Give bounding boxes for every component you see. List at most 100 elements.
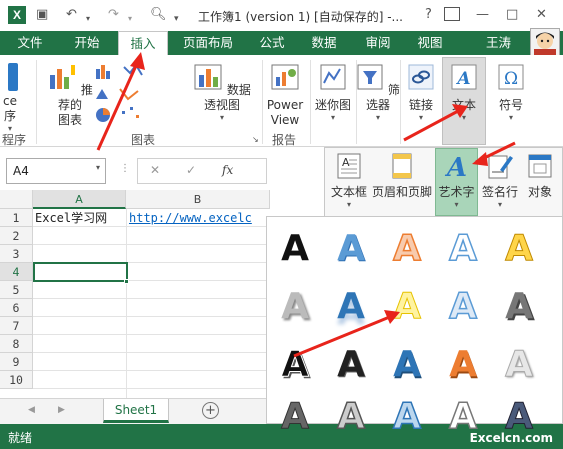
customize-toolbar-icon[interactable]: ▾: [174, 10, 179, 28]
wordart-style-orange-outline[interactable]: A: [385, 228, 429, 270]
tab-page-layout[interactable]: 页面布局: [172, 31, 244, 55]
row-header[interactable]: 10: [0, 371, 33, 389]
power-view-button[interactable]: Power View: [264, 63, 306, 128]
header-footer-button[interactable]: 页眉和页脚: [371, 152, 433, 200]
wordart-style-silver[interactable]: A: [497, 344, 541, 385]
tab-data[interactable]: 数据: [302, 31, 346, 55]
row-header[interactable]: 6: [0, 299, 33, 317]
svg-text:Ω: Ω: [504, 69, 518, 89]
redo-icon[interactable]: ↷: [108, 6, 119, 24]
ribbon: ce 序 ▾ 推荐的 图表 数据透视图 ▾ Power View 迷你图 ▾ 筛…: [0, 55, 563, 147]
cancel-formula-button[interactable]: ✕: [150, 163, 160, 177]
object-button[interactable]: 对象: [521, 152, 559, 200]
row-header[interactable]: 2: [0, 227, 33, 245]
wordart-style-gray-shadow[interactable]: A: [273, 287, 317, 327]
tab-file[interactable]: 文件: [8, 31, 52, 55]
tab-view[interactable]: 视图: [408, 31, 452, 55]
name-box[interactable]: A4: [6, 158, 106, 184]
row-header[interactable]: 7: [0, 317, 33, 335]
column-header-a[interactable]: A: [33, 190, 126, 209]
row-header[interactable]: 5: [0, 281, 33, 299]
wordart-style-blue-3d[interactable]: A: [385, 345, 429, 385]
sheet-tab-bar: ◀ ▶ Sheet1 +: [0, 398, 270, 424]
minimize-button[interactable]: —: [476, 6, 489, 24]
sheet-scroll-right-icon[interactable]: ▶: [58, 405, 65, 415]
tab-review[interactable]: 审阅: [356, 31, 400, 55]
wordart-button[interactable]: A 艺术字 ▾: [435, 152, 478, 209]
wordart-style-yellow-glow[interactable]: A: [385, 286, 429, 327]
wordart-style-black-3d[interactable]: A: [329, 345, 373, 385]
textbox-button[interactable]: A 文本框 ▾: [329, 152, 369, 209]
active-cell-a4[interactable]: [33, 262, 128, 282]
text-icon: A: [451, 64, 477, 90]
chevron-down-icon: ▾: [497, 200, 502, 209]
enter-formula-button[interactable]: ✓: [186, 163, 196, 177]
signature-line-button[interactable]: 签名行 ▾: [479, 152, 521, 209]
symbols-button[interactable]: Ω 符号 ▾: [490, 63, 532, 122]
fill-handle[interactable]: [124, 279, 129, 284]
wordart-gallery: A A A A A A A A A A A A A A A A A A A A …: [266, 216, 563, 447]
cell-b1-link[interactable]: http://www.excelc: [129, 209, 252, 227]
print-preview-icon[interactable]: 🔍︎: [150, 6, 167, 24]
wordart-style-striped-outline[interactable]: A: [329, 396, 373, 438]
pivot-chart-button[interactable]: 数据透视图 ▾: [188, 63, 256, 122]
undo-icon[interactable]: ↶: [66, 6, 77, 24]
wordart-style-blue-fill[interactable]: A: [329, 229, 373, 269]
user-name[interactable]: 王涛: [486, 31, 511, 55]
dialog-launcher-icon[interactable]: ↘: [252, 135, 259, 144]
row-header-selected[interactable]: 4: [0, 263, 33, 281]
grid-line: [33, 352, 270, 353]
wordart-style-light-blue[interactable]: A: [441, 286, 485, 328]
tab-formulas[interactable]: 公式: [250, 31, 294, 55]
recommended-charts-button[interactable]: 推荐的 图表: [44, 63, 96, 128]
wordart-style-orange-3d[interactable]: A: [441, 345, 485, 385]
cell-a1[interactable]: Excel学习网: [35, 209, 107, 227]
header-footer-icon: [392, 153, 412, 179]
redo-dropdown-icon[interactable]: ▾: [128, 10, 132, 28]
undo-dropdown-icon[interactable]: ▾: [86, 10, 90, 28]
header-footer-label: 页眉和页脚: [371, 185, 432, 199]
row-header[interactable]: 1: [0, 209, 33, 227]
textbox-icon: A: [337, 153, 361, 179]
save-icon[interactable]: ▣: [36, 6, 48, 24]
addins-partial-label-1: ce: [3, 94, 17, 108]
wordart-icon: A: [443, 153, 466, 183]
tab-insert[interactable]: 插入: [118, 31, 168, 55]
row-header[interactable]: 8: [0, 335, 33, 353]
wordart-style-black-outline[interactable]: A: [273, 344, 317, 385]
chart-types-icon[interactable]: [94, 63, 144, 127]
ribbon-display-icon[interactable]: [444, 7, 460, 21]
restore-button[interactable]: □: [506, 6, 518, 24]
worksheet-grid[interactable]: A B 1 2 3 4 5 6 7 8 9 10 Excel学习网 http:/…: [0, 190, 270, 398]
addins-partial[interactable]: ce 序 ▾: [0, 63, 20, 133]
add-sheet-button[interactable]: +: [202, 402, 219, 419]
select-all-corner[interactable]: [0, 190, 33, 209]
close-button[interactable]: ✕: [536, 6, 547, 24]
excel-logo-icon: X: [8, 6, 26, 24]
sheet-scroll-left-icon[interactable]: ◀: [28, 405, 35, 415]
wordart-style-striped-gray[interactable]: A: [273, 396, 317, 437]
insert-function-button[interactable]: fx: [222, 163, 233, 177]
avatar[interactable]: [530, 28, 560, 58]
name-box-dropdown-icon[interactable]: ▾: [96, 163, 100, 172]
text-button[interactable]: A 文本 ▾: [443, 63, 485, 122]
textbox-label: 文本框: [330, 185, 367, 199]
filters-button[interactable]: 筛选器 ▾: [356, 63, 400, 122]
sheet-tab-sheet1[interactable]: Sheet1: [103, 399, 169, 423]
column-header-b[interactable]: B: [126, 190, 270, 209]
wordart-style-gray-bevel[interactable]: A: [497, 287, 541, 327]
wordart-style-black[interactable]: A: [273, 229, 317, 269]
window-title: 工作簿1 (version 1) [自动保存的] -...: [198, 10, 403, 24]
wordart-style-striped-blue[interactable]: A: [385, 396, 429, 438]
row-header[interactable]: 3: [0, 245, 33, 263]
group-label-charts: 图表: [131, 133, 156, 147]
tab-home[interactable]: 开始: [62, 31, 112, 55]
sparklines-button[interactable]: 迷你图 ▾: [312, 63, 354, 122]
formula-buttons: ✕ ✓ fx: [137, 158, 267, 184]
wordart-style-blue-reflection[interactable]: A: [329, 287, 373, 327]
link-button[interactable]: 链接 ▾: [400, 63, 442, 122]
row-header[interactable]: 9: [0, 353, 33, 371]
wordart-style-blue-outline[interactable]: A: [441, 228, 485, 270]
help-button[interactable]: ?: [425, 6, 432, 24]
wordart-style-gold[interactable]: A: [497, 228, 541, 269]
